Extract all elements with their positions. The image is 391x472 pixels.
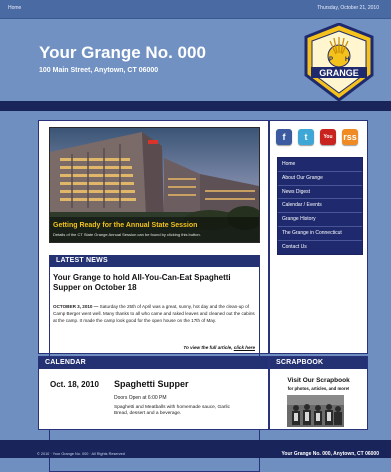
rss-icon[interactable]: rss [342,129,358,145]
logo-word: GRANGE [319,68,359,78]
hero-caption: Details of the CT State Grange Annual Se… [53,232,201,237]
site-title[interactable]: Your Grange No. 000 [39,43,206,63]
footer-address: Your Grange No. 000, Anytown, CT 06000 [281,451,379,457]
scrapbook-subtitle: for photos, articles, and more! [287,386,350,391]
top-bar: Home Thursday, October 21, 2010 [0,0,391,19]
menu-item-contact[interactable]: Contact Us [278,241,362,254]
main-panel: Getting Ready for the Annual State Sessi… [38,120,269,472]
menu-item-calendar[interactable]: Calendar / Events [278,199,362,214]
sidebar: f t You Tube rss Home About Our Grange N… [269,120,368,354]
social-links: f t You Tube rss [276,129,360,156]
event-date: Oct. 18, 2010 [50,380,99,389]
hero-title[interactable]: Getting Ready for the Annual State Sessi… [53,222,197,229]
site-address: 100 Main Street, Anytown, CT 06000 [39,67,159,74]
copyright: © 2010 · Your Grange No. 000 · All Right… [37,452,125,456]
youtube-icon[interactable]: You Tube [320,129,336,156]
latest-news-heading: LATEST NEWS [50,255,259,267]
sidebar-menu: Home About Our Grange News Digest Calend… [277,157,363,255]
menu-item-history[interactable]: Grange History [278,213,362,227]
header-divider [0,101,391,111]
menu-item-grange-ct[interactable]: The Grange in Connecticut [278,227,362,241]
event-title[interactable]: Spaghetti Supper [114,379,189,389]
menu-item-about[interactable]: About Our Grange [278,172,362,186]
news-more-prefix: To view the full article, [183,345,234,350]
news-headline[interactable]: Your Grange to hold All-You-Can-Eat Spag… [53,273,253,293]
menu-item-home[interactable]: Home [278,158,362,172]
logo-letter-p: P [329,57,333,63]
grange-logo[interactable]: P H GRANGE [302,23,376,101]
news-dateline: OCTOBER 3, 2010 — [53,304,99,309]
twitter-icon[interactable]: t [298,129,314,145]
facebook-icon[interactable]: f [276,129,292,145]
scrapbook-photo[interactable] [287,395,344,427]
news-body: OCTOBER 3, 2010 — Saturday the 25th of A… [53,303,255,324]
hero-slide[interactable]: Getting Ready for the Annual State Sessi… [49,127,260,243]
news-more: To view the full article, click here [183,345,255,350]
current-date: Thursday, October 21, 2010 [317,5,379,11]
scrapbook-section: SCRAPBOOK Visit Our Scrapbook for photos… [269,356,368,430]
event-time: Doors Open at 6:00 PM [114,395,167,401]
site-header: Your Grange No. 000 100 Main Street, Any… [0,19,391,101]
calendar-section: CALENDAR Oct. 18, 2010 Spaghetti Supper … [38,356,269,430]
scrapbook-title[interactable]: Visit Our Scrapbook [270,377,367,384]
scrapbook-heading: SCRAPBOOK [270,357,367,369]
logo-letter-h: H [345,57,349,63]
hero-caption-overlay [50,217,259,242]
home-link[interactable]: Home [8,5,21,11]
event-description: Spaghetti and Meatballs with homemade sa… [114,405,230,416]
calendar-heading: CALENDAR [39,357,268,369]
click-here-link[interactable]: click here [234,345,255,350]
menu-item-news-digest[interactable]: News Digest [278,186,362,200]
